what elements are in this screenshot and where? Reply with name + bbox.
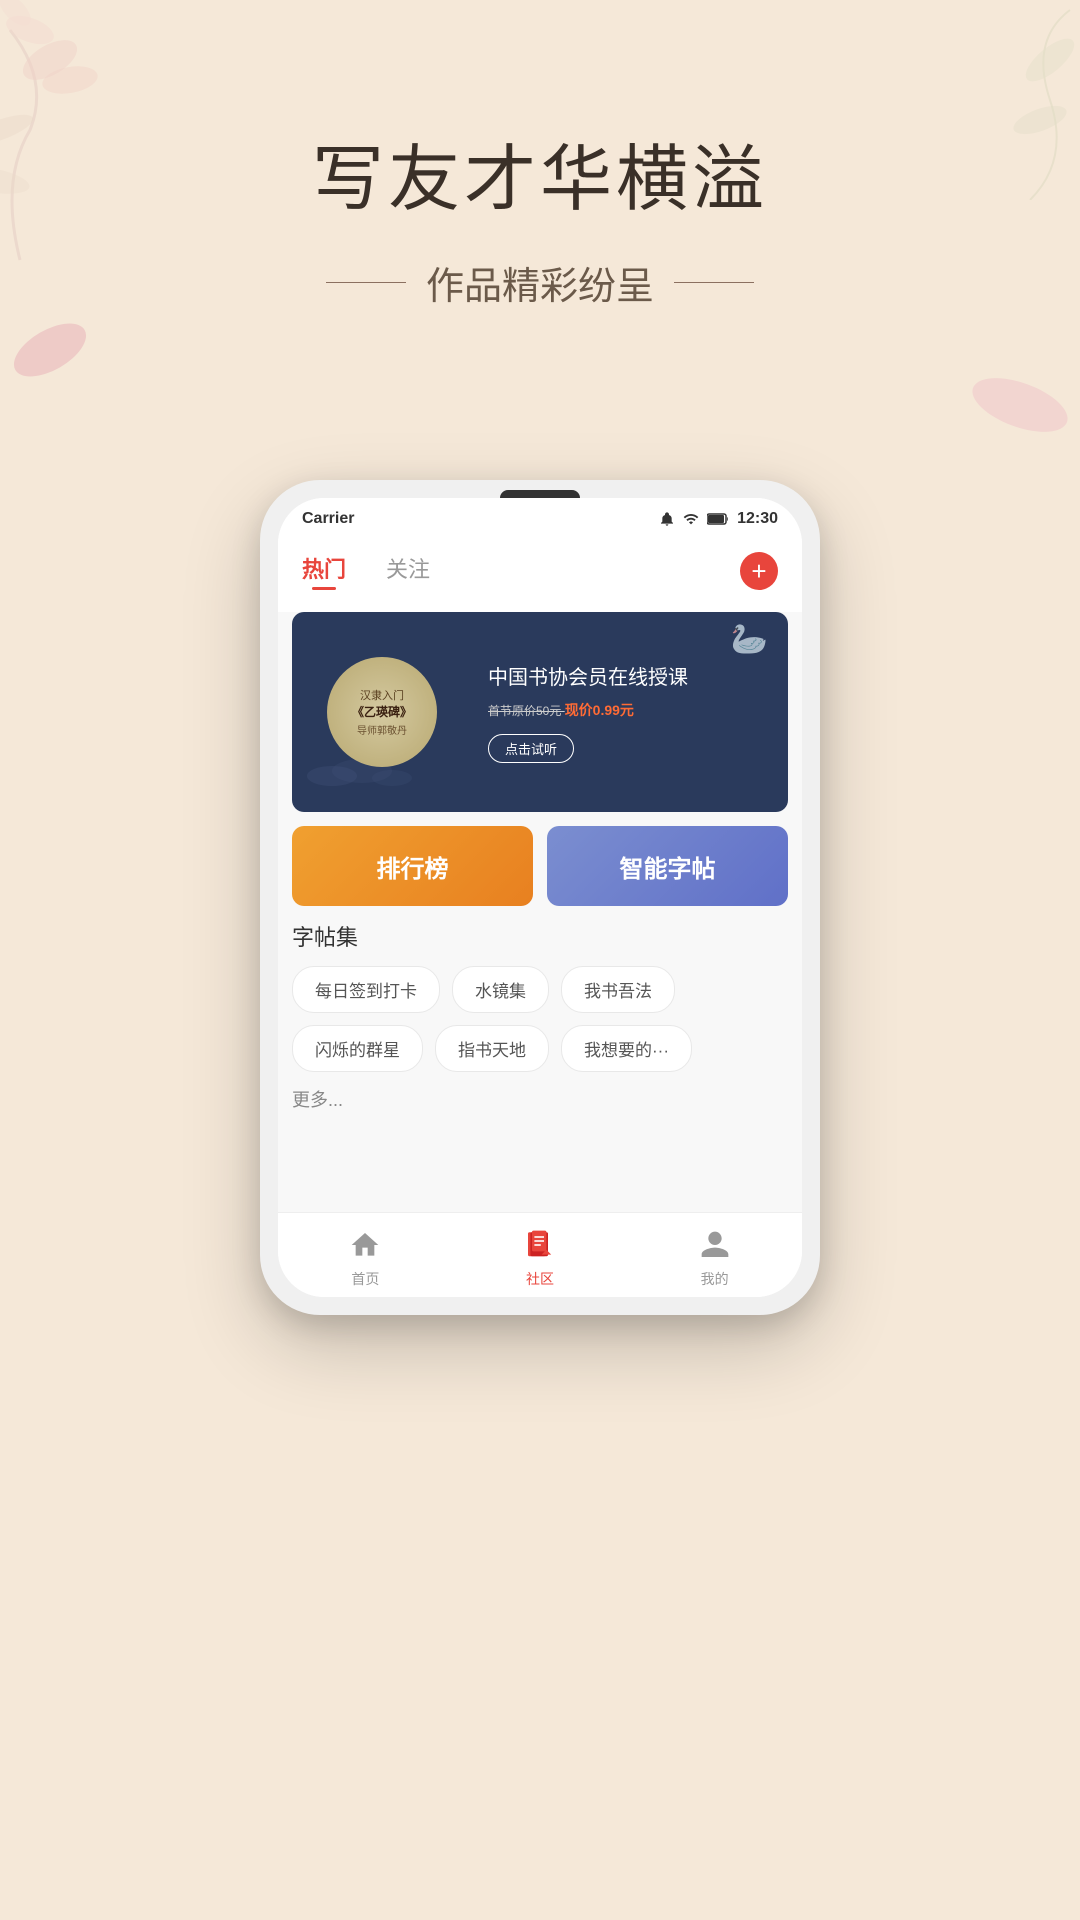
tab-follow[interactable]: 关注	[386, 552, 430, 590]
subtitle-line-right	[674, 282, 754, 283]
nav-home[interactable]: 首页	[345, 1225, 385, 1289]
subtitle-line-left	[326, 282, 406, 283]
more-link[interactable]: 更多...	[292, 1086, 788, 1112]
hero-subtitle: 作品精彩纷呈	[0, 255, 1080, 310]
price-original: 首节原价50元	[488, 704, 565, 718]
book-intro: 汉隶入门	[360, 687, 404, 703]
banner-title: 中国书协会员在线授课	[488, 661, 772, 690]
status-icons: 12:30	[659, 510, 778, 528]
ranking-button[interactable]: 排行榜	[292, 826, 533, 906]
tag-item[interactable]: 每日签到打卡	[292, 966, 440, 1013]
person-icon	[695, 1225, 735, 1265]
copybook-section: 字帖集 每日签到打卡水镜集我书吾法闪烁的群星指书天地我想要的··· 更多...	[278, 920, 802, 1112]
smart-copybook-button[interactable]: 智能字帖	[547, 826, 788, 906]
phone-mockup: Carrier 12:30	[260, 480, 820, 1315]
time-label: 12:30	[737, 510, 778, 528]
home-icon	[345, 1225, 385, 1265]
nav-community[interactable]: 社区	[520, 1225, 560, 1289]
instructor: 导师郭敬丹	[357, 722, 407, 737]
add-tab-button[interactable]: +	[740, 552, 778, 590]
subtitle-text: 作品精彩纷呈	[426, 255, 654, 310]
bottom-nav: 首页 社区	[278, 1212, 802, 1297]
home-label: 首页	[351, 1269, 379, 1289]
carrier-label: Carrier	[302, 510, 354, 528]
book-series: 《乙瑛碑》	[352, 705, 412, 721]
wifi-icon	[683, 511, 699, 527]
banner-circle: 汉隶入门 《乙瑛碑》 导师郭敬丹	[327, 657, 437, 767]
nav-mine[interactable]: 我的	[695, 1225, 735, 1289]
phone-outer: Carrier 12:30	[260, 480, 820, 1315]
tag-item[interactable]: 水镜集	[452, 966, 549, 1013]
tag-item[interactable]: 我书吾法	[561, 966, 675, 1013]
community-label: 社区	[526, 1269, 554, 1289]
phone-inner: Carrier 12:30	[278, 498, 802, 1297]
mine-label: 我的	[701, 1269, 729, 1289]
tab-hot[interactable]: 热门	[302, 552, 346, 590]
tag-item[interactable]: 指书天地	[435, 1025, 549, 1072]
banner[interactable]: 🦢 汉隶入门 《乙瑛碑》 导师郭敬丹 中国书协会员在线授课 首节原价50元 现价…	[292, 612, 788, 812]
crane-decoration: 🦢	[731, 622, 768, 657]
banner-left: 汉隶入门 《乙瑛碑》 导师郭敬丹	[292, 612, 472, 812]
bell-icon	[659, 511, 675, 527]
banner-right: 中国书协会员在线授课 首节原价50元 现价0.99元 点击试听	[472, 645, 788, 779]
hero-section: 写友才华横溢 作品精彩纷呈	[0, 120, 1080, 310]
banner-cta[interactable]: 点击试听	[488, 734, 574, 763]
battery-icon	[707, 513, 729, 525]
copybook-title: 字帖集	[292, 920, 788, 952]
status-bar: Carrier 12:30	[278, 498, 802, 536]
tab-bar: 热门 关注 +	[278, 536, 802, 598]
community-icon	[520, 1225, 560, 1265]
action-row: 排行榜 智能字帖	[292, 826, 788, 906]
price-current: 现价0.99元	[565, 702, 634, 718]
tags-grid: 每日签到打卡水镜集我书吾法闪烁的群星指书天地我想要的···	[292, 966, 788, 1072]
banner-price: 首节原价50元 现价0.99元	[488, 700, 772, 720]
app-content: 🦢 汉隶入门 《乙瑛碑》 导师郭敬丹 中国书协会员在线授课 首节原价50元 现价…	[278, 612, 802, 1212]
tag-item[interactable]: 闪烁的群星	[292, 1025, 423, 1072]
hero-title: 写友才华横溢	[0, 120, 1080, 225]
tag-item[interactable]: 我想要的···	[561, 1025, 692, 1072]
